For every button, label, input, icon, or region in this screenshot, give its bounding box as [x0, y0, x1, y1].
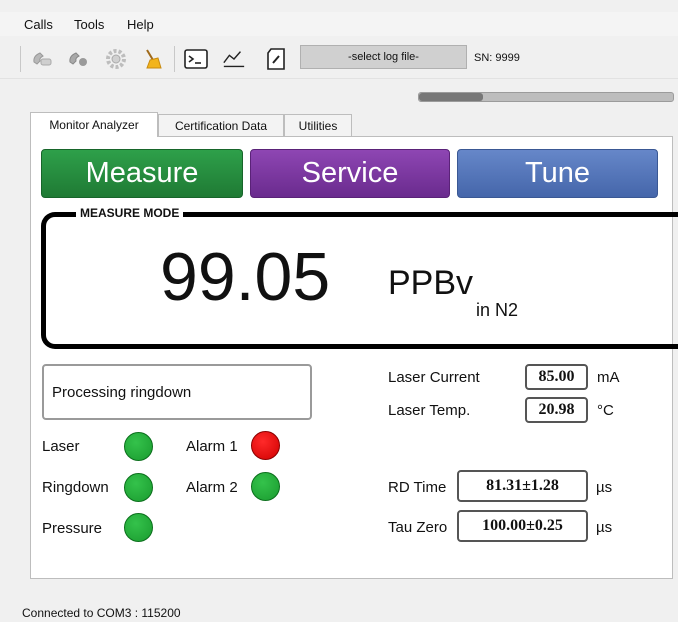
- rd-time-label: RD Time: [388, 479, 447, 496]
- service-button[interactable]: Service: [250, 149, 450, 198]
- rd-time-value: 81.31±1.28: [457, 470, 588, 502]
- gear-icon[interactable]: [104, 48, 128, 70]
- alarm2-status-icon: [251, 472, 280, 501]
- ringdown-status-icon: [124, 473, 153, 502]
- serial-number-label: SN: 9999: [474, 52, 520, 64]
- broom-icon[interactable]: [140, 48, 164, 70]
- tune-button[interactable]: Tune: [457, 149, 658, 198]
- concentration-unit: PPBv: [388, 264, 474, 302]
- menu-calls[interactable]: Calls: [24, 17, 53, 32]
- progress-fill: [419, 93, 483, 101]
- menu-help[interactable]: Help: [127, 17, 154, 32]
- pressure-status-icon: [124, 513, 153, 542]
- ringdown-label: Ringdown: [42, 479, 109, 496]
- tau-zero-label: Tau Zero: [388, 519, 448, 536]
- laser-label: Laser: [42, 438, 80, 455]
- menu-bar: Calls Tools Help: [0, 12, 678, 36]
- phone-settings-icon[interactable]: [66, 48, 90, 70]
- terminal-icon[interactable]: [184, 48, 208, 70]
- concentration-unit-subscript: in N2: [476, 300, 519, 320]
- select-log-file-button[interactable]: -select log file-: [300, 45, 467, 69]
- laser-temp-label: Laser Temp.: [388, 402, 471, 419]
- alarm1-status-icon: [251, 431, 280, 460]
- laser-current-label: Laser Current: [388, 369, 480, 386]
- chart-line-icon[interactable]: [222, 48, 246, 70]
- phone-icon[interactable]: [30, 48, 54, 70]
- laser-temp-unit: °C: [597, 402, 614, 419]
- edit-document-icon[interactable]: [264, 48, 288, 70]
- concentration-reading: 99.05: [160, 239, 331, 315]
- measure-mode-title: MEASURE MODE: [76, 206, 184, 220]
- menu-tools[interactable]: Tools: [74, 17, 104, 32]
- rd-time-unit: µs: [596, 479, 613, 496]
- tab-certification-data[interactable]: Certification Data: [158, 114, 284, 136]
- connection-status: Connected to COM3 : 115200: [22, 606, 181, 620]
- laser-status-icon: [124, 432, 153, 461]
- tab-utilities[interactable]: Utilities: [284, 114, 352, 136]
- pressure-label: Pressure: [42, 520, 103, 537]
- tau-zero-value: 100.00±0.25: [457, 510, 588, 542]
- tab-monitor-analyzer[interactable]: Monitor Analyzer: [30, 112, 158, 137]
- laser-temp-value: 20.98: [525, 397, 588, 423]
- measure-button[interactable]: Measure: [41, 149, 243, 198]
- tau-zero-unit: µs: [596, 519, 613, 536]
- progress-bar: [418, 92, 674, 102]
- laser-current-unit: mA: [597, 369, 620, 386]
- laser-current-value: 85.00: [525, 364, 588, 390]
- alarm2-label: Alarm 2: [186, 479, 238, 496]
- alarm1-label: Alarm 1: [186, 438, 238, 455]
- status-message-box: Processing ringdown: [42, 364, 312, 420]
- measure-mode-frame: [41, 212, 678, 349]
